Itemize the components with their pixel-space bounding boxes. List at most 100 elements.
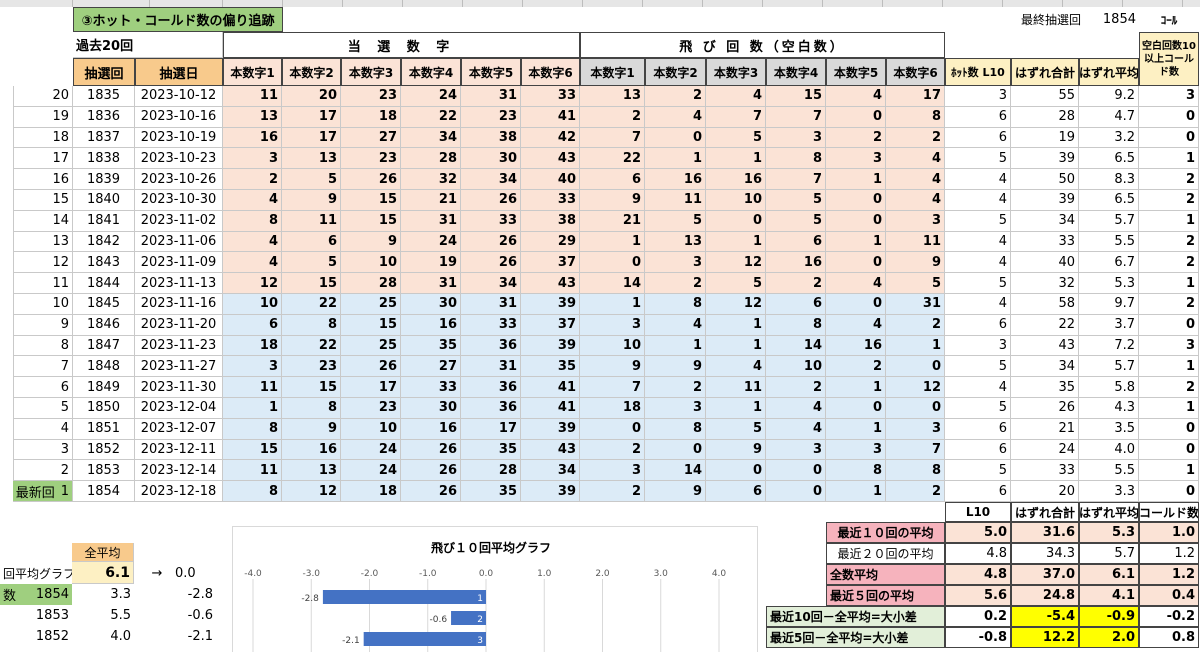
skip-count-cell[interactable]: 1 [706,398,766,419]
skip-count-cell[interactable]: 4 [886,148,945,170]
miss-total-cell[interactable]: 33 [1011,231,1079,253]
skip-count-cell[interactable]: 10 [766,356,826,378]
win-number-cell[interactable]: 30 [461,148,521,170]
win-number-cell[interactable]: 5 [282,252,341,274]
win-number-cell[interactable]: 16 [223,127,282,149]
skip-count-cell[interactable]: 2 [826,127,886,149]
draw-date-cell[interactable]: 2023-12-04 [135,398,223,419]
draw-no-cell[interactable]: 1842 [73,231,135,253]
skip-count-cell[interactable]: 3 [766,127,826,149]
win-number-cell[interactable]: 28 [461,460,521,482]
skip-count-cell[interactable]: 0 [826,294,886,315]
hot-count-cell[interactable]: 5 [945,398,1011,419]
column-header-cell[interactable] [0,0,73,7]
draw-no-cell[interactable]: 1839 [73,169,135,190]
win-number-cell[interactable]: 30 [401,294,461,315]
win-number-cell[interactable]: 40 [521,169,580,190]
miss-total-cell[interactable]: 20 [1011,481,1079,502]
skip-count-cell[interactable]: 4 [766,398,826,419]
skip-count-cell[interactable]: 7 [766,106,826,128]
skip-count-cell[interactable]: 4 [766,418,826,440]
skip-count-cell[interactable]: 6 [706,481,766,502]
win-number-cell[interactable]: 31 [401,210,461,232]
win-number-cell[interactable]: 13 [282,148,341,170]
skip-count-cell[interactable]: 0 [766,460,826,482]
left-diff-cell[interactable]: -2.8 [134,584,216,605]
skip-count-cell[interactable]: 11 [886,231,945,253]
win-number-cell[interactable]: 43 [521,273,580,294]
column-header-cell[interactable] [223,0,283,7]
skip-count-cell[interactable]: 3 [826,148,886,170]
win-number-cell[interactable]: 42 [521,127,580,149]
draw-no-cell[interactable]: 1838 [73,148,135,170]
miss-total-cell[interactable]: 55 [1011,86,1079,107]
skip-count-cell[interactable]: 1 [826,481,886,502]
draw-no-cell[interactable]: 1841 [73,210,135,232]
skip-count-cell[interactable]: 16 [706,169,766,190]
column-header-cell[interactable] [1063,0,1123,7]
draw-date-cell[interactable]: 2023-10-16 [135,106,223,128]
win-number-cell[interactable]: 12 [282,481,341,502]
win-number-cell[interactable]: 25 [341,335,401,357]
miss-total-cell[interactable]: 24 [1011,439,1079,461]
summary-value[interactable]: 4.1 [1079,585,1139,606]
miss-total-cell[interactable]: 26 [1011,398,1079,419]
skip-count-cell[interactable]: 1 [580,231,645,253]
column-header-cell[interactable] [583,0,643,7]
column-header-cell[interactable] [403,0,463,7]
skip-count-cell[interactable]: 5 [645,210,706,232]
skip-count-cell[interactable]: 12 [886,377,945,398]
draw-no-cell[interactable]: 1847 [73,335,135,357]
skip-count-cell[interactable]: 22 [580,148,645,170]
draw-date-cell[interactable]: 2023-10-30 [135,190,223,211]
win-number-cell[interactable]: 11 [223,377,282,398]
skip-count-cell[interactable]: 17 [886,86,945,107]
summary-value[interactable]: 37.0 [1011,564,1079,585]
skip-count-cell[interactable]: 2 [645,86,706,107]
cold-count-cell[interactable]: 1 [1139,210,1199,232]
skip-count-cell[interactable]: 0 [886,398,945,419]
cold-count-cell[interactable]: 2 [1139,190,1199,211]
skip-count-cell[interactable]: 0 [645,439,706,461]
win-number-cell[interactable]: 34 [401,127,461,149]
left-avg-cell[interactable]: 5.5 [72,605,134,626]
miss-total-cell[interactable]: 50 [1011,169,1079,190]
win-number-cell[interactable]: 6 [223,314,282,336]
column-header-cell[interactable] [883,0,943,7]
hot-count-cell[interactable]: 5 [945,273,1011,294]
win-number-cell[interactable]: 12 [223,273,282,294]
skip-count-cell[interactable]: 1 [826,377,886,398]
skip-count-cell[interactable]: 8 [886,460,945,482]
column-header-cell[interactable] [1003,0,1063,7]
draw-no-cell[interactable]: 1837 [73,127,135,149]
miss-total-cell[interactable]: 28 [1011,106,1079,128]
win-number-cell[interactable]: 33 [461,314,521,336]
win-number-cell[interactable]: 37 [521,252,580,274]
win-number-cell[interactable]: 9 [282,190,341,211]
miss-avg-cell[interactable]: 6.7 [1079,252,1139,274]
win-number-cell[interactable]: 25 [341,294,401,315]
win-number-cell[interactable]: 3 [223,356,282,378]
draw-date-cell[interactable]: 2023-11-20 [135,314,223,336]
win-number-cell[interactable]: 31 [461,294,521,315]
win-number-cell[interactable]: 31 [461,356,521,378]
cold-count-cell[interactable]: 0 [1139,127,1199,149]
win-number-cell[interactable]: 34 [461,273,521,294]
skip-count-cell[interactable]: 8 [645,418,706,440]
win-number-cell[interactable]: 6 [282,231,341,253]
win-number-cell[interactable]: 13 [282,460,341,482]
skip-count-cell[interactable]: 1 [645,335,706,357]
skip-count-cell[interactable]: 5 [886,273,945,294]
win-number-cell[interactable]: 31 [401,273,461,294]
column-header-cell[interactable] [150,0,223,7]
win-number-cell[interactable]: 33 [521,190,580,211]
hot-count-cell[interactable]: 3 [945,86,1011,107]
skip-count-cell[interactable]: 3 [886,418,945,440]
miss-avg-cell[interactable]: 5.7 [1079,356,1139,378]
skip-count-cell[interactable]: 0 [706,210,766,232]
chart-bar[interactable] [363,632,486,646]
draw-no-cell[interactable]: 1848 [73,356,135,378]
win-number-cell[interactable]: 17 [282,106,341,128]
skip-count-cell[interactable]: 3 [826,439,886,461]
draw-date-cell[interactable]: 2023-11-13 [135,273,223,294]
